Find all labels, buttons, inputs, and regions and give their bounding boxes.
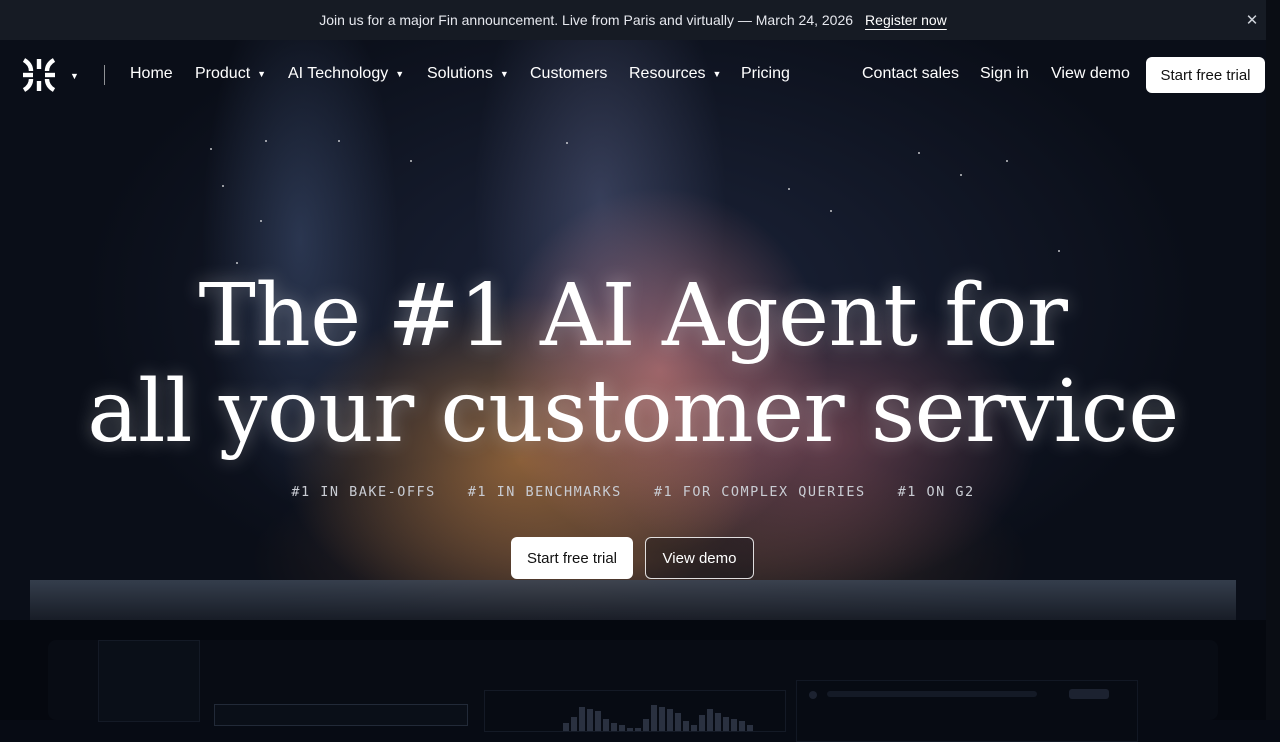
nav-item-label: Pricing [741,65,790,82]
nav-item-label: AI Technology [288,65,389,82]
preview-input-box [214,704,468,726]
chevron-down-icon: ▼ [395,69,405,79]
announcement-message: Join us for a major Fin announcement. Li… [319,12,854,28]
view-demo-link[interactable]: View demo [1051,65,1130,83]
preview-dashboard-panel [48,640,1218,742]
nav-divider [104,65,105,85]
nav-item-label: Home [130,65,173,82]
preview-chart-area [484,690,786,732]
badge-bake-offs: #1 IN BAKE-OFFS [291,484,436,500]
nav-item-home[interactable]: Home [130,65,173,83]
hero-headline: The #1 AI Agent for all your customer se… [0,268,1266,460]
product-preview [0,620,1266,742]
register-now-link[interactable]: Register now [865,12,947,28]
preview-list-area [796,680,1138,742]
nav-item-ai-technology[interactable]: AI Technology ▼ [288,65,404,83]
badge-complex-queries: #1 FOR COMPLEX QUERIES [653,484,866,500]
intercom-logo-icon[interactable] [21,57,57,93]
chevron-down-icon: ▼ [257,69,267,79]
ranking-badges: #1 IN BAKE-OFFS #1 IN BENCHMARKS #1 FOR … [0,484,1266,500]
close-icon[interactable]: ✕ [1244,12,1260,29]
sign-in-link[interactable]: Sign in [980,65,1029,83]
headline-line-1: The #1 AI Agent for [198,266,1068,366]
hero-view-demo-button[interactable]: View demo [645,537,754,579]
hero-start-free-trial-button[interactable]: Start free trial [511,537,633,579]
announcement-bar: Join us for a major Fin announcement. Li… [0,0,1266,40]
scrollbar[interactable] [1266,0,1280,720]
nav-item-label: Solutions [427,65,493,82]
contact-sales-link[interactable]: Contact sales [862,65,959,83]
product-preview-header-band [30,580,1236,620]
nav-item-label: Product [195,65,251,82]
nav-item-label: Customers [530,65,608,82]
nav-item-pricing[interactable]: Pricing [741,65,790,83]
nav-item-resources[interactable]: Resources ▼ [629,65,721,83]
headline-line-2: all your customer service [87,362,1179,462]
nav-item-label: Resources [629,65,706,82]
nav-item-product[interactable]: Product ▼ [195,65,266,83]
nav-item-solutions[interactable]: Solutions ▼ [427,65,509,83]
badge-benchmarks: #1 IN BENCHMARKS [467,484,622,500]
preview-sidebar [98,640,200,722]
nav-item-customers[interactable]: Customers [530,65,607,83]
top-navigation: ▼ Home Product ▼ AI Technology ▼ Solutio… [0,40,1266,110]
badge-g2: #1 ON G2 [897,484,975,500]
chevron-down-icon: ▼ [499,69,509,79]
logo-dropdown-caret-icon[interactable]: ▼ [70,71,79,81]
start-free-trial-button[interactable]: Start free trial [1146,57,1265,93]
chevron-down-icon: ▼ [712,69,722,79]
